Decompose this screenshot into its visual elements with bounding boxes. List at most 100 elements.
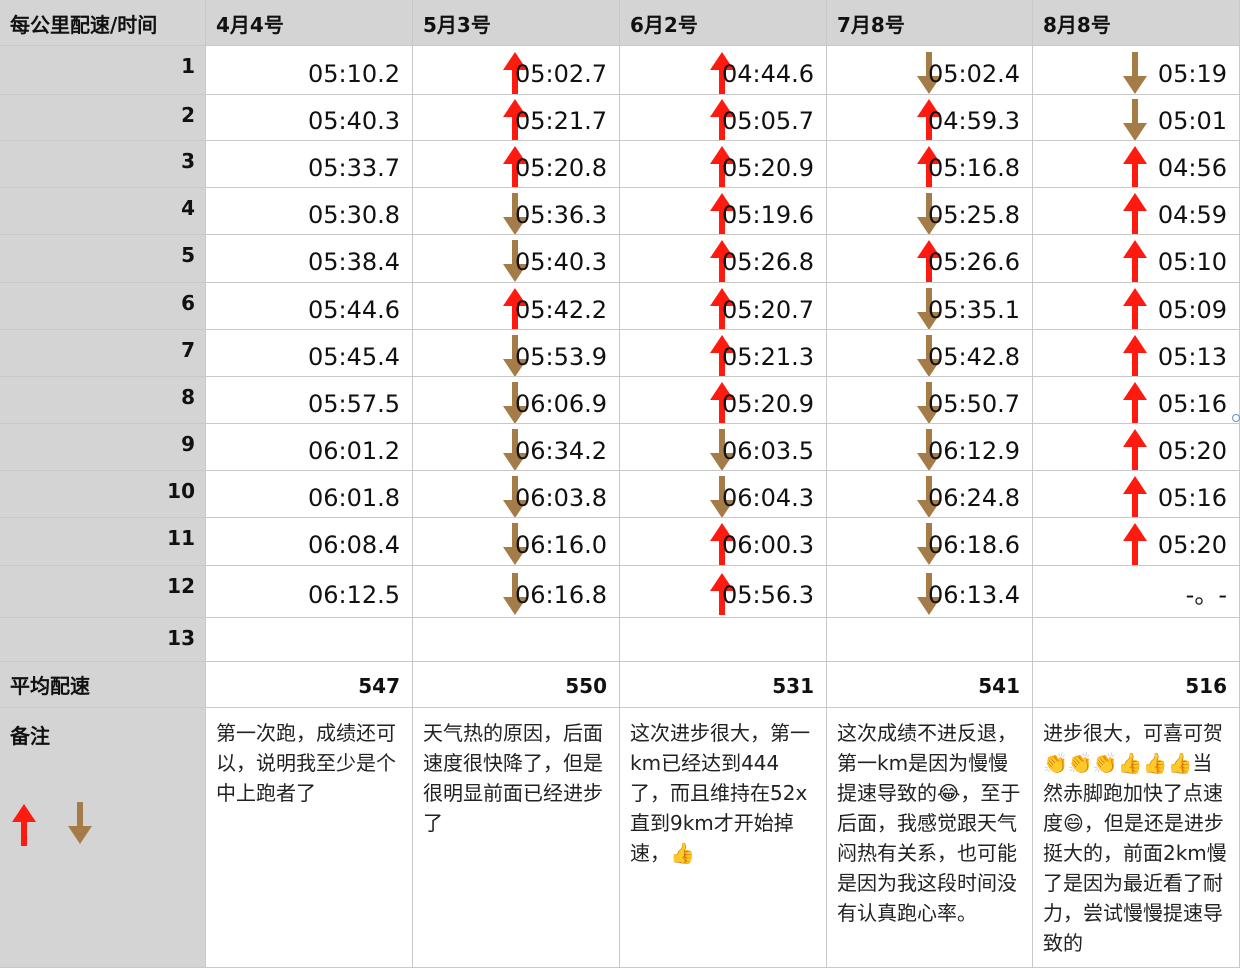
- pace-cell[interactable]: 05:57.5: [206, 377, 413, 424]
- pace-cell[interactable]: 05:02.4: [827, 46, 1033, 95]
- pace-cell[interactable]: 05:44.6: [206, 283, 413, 330]
- pace-cell[interactable]: 05:19: [1033, 46, 1240, 95]
- row-header[interactable]: 1: [0, 46, 206, 95]
- pace-cell[interactable]: [827, 618, 1033, 662]
- pace-cell[interactable]: [413, 618, 620, 662]
- pace-cell[interactable]: [206, 618, 413, 662]
- pace-cell[interactable]: 06:18.6: [827, 518, 1033, 566]
- pace-cell[interactable]: 05:26.6: [827, 235, 1033, 283]
- pace-cell[interactable]: 06:03.8: [413, 471, 620, 518]
- pace-cell[interactable]: 05:19.6: [620, 188, 827, 235]
- avg-pace-cell[interactable]: 541: [827, 662, 1033, 708]
- pace-cell[interactable]: 06:12.9: [827, 424, 1033, 471]
- pace-cell[interactable]: 05:30.8: [206, 188, 413, 235]
- note-cell[interactable]: 这次进步很大，第一km已经达到444了，而且维持在52x直到9km才开始掉速，👍: [620, 708, 827, 968]
- pace-cell[interactable]: 06:01.8: [206, 471, 413, 518]
- pace-cell[interactable]: 06:08.4: [206, 518, 413, 566]
- pace-cell[interactable]: 05:40.3: [413, 235, 620, 283]
- pace-cell[interactable]: 05:35.1: [827, 283, 1033, 330]
- row-header[interactable]: 5: [0, 235, 206, 283]
- pace-cell[interactable]: 05:20.9: [620, 377, 827, 424]
- pace-cell[interactable]: 05:01: [1033, 95, 1240, 141]
- pace-cell[interactable]: [620, 618, 827, 662]
- pace-cell[interactable]: 05:16: [1033, 471, 1240, 518]
- note-cell[interactable]: 进步很大，可喜可贺👏👏👏👍👍👍当然赤脚跑加快了点速度😄，但是还是进步挺大的，前面…: [1033, 708, 1240, 968]
- column-header[interactable]: 8月8号: [1033, 0, 1240, 46]
- row-header[interactable]: 13: [0, 618, 206, 662]
- pace-cell[interactable]: 05:02.7: [413, 46, 620, 95]
- pace-cell[interactable]: 06:00.3: [620, 518, 827, 566]
- column-header[interactable]: 4月4号: [206, 0, 413, 46]
- pace-cell[interactable]: 04:44.6: [620, 46, 827, 95]
- pace-cell[interactable]: 05:20.9: [620, 141, 827, 188]
- row-header[interactable]: 11: [0, 518, 206, 566]
- pace-cell[interactable]: 05:05.7: [620, 95, 827, 141]
- pace-cell[interactable]: 05:40.3: [206, 95, 413, 141]
- column-header[interactable]: 6月2号: [620, 0, 827, 46]
- note-cell[interactable]: 这次成绩不进反退，第一km是因为慢慢提速导致的😂，至于后面，我感觉跟天气闷热有关…: [827, 708, 1033, 968]
- pace-cell[interactable]: 06:12.5: [206, 566, 413, 618]
- pace-cell[interactable]: 05:16.8: [827, 141, 1033, 188]
- pace-cell[interactable]: 05:36.3: [413, 188, 620, 235]
- pace-cell[interactable]: 06:34.2: [413, 424, 620, 471]
- pace-cell[interactable]: 05:56.3: [620, 566, 827, 618]
- pace-cell[interactable]: 04:56: [1033, 141, 1240, 188]
- pace-cell[interactable]: 05:20.8: [413, 141, 620, 188]
- pace-cell[interactable]: 05:25.8: [827, 188, 1033, 235]
- row-header[interactable]: 6: [0, 283, 206, 330]
- pace-value: 05:33.7: [307, 153, 400, 182]
- pace-cell[interactable]: 05:33.7: [206, 141, 413, 188]
- pace-cell[interactable]: 04:59.3: [827, 95, 1033, 141]
- pace-cell[interactable]: [1033, 618, 1240, 662]
- pace-cell[interactable]: 05:21.7: [413, 95, 620, 141]
- pace-cell[interactable]: 05:42.2: [413, 283, 620, 330]
- pace-cell[interactable]: 05:16: [1033, 377, 1240, 424]
- pace-cell[interactable]: 05:26.8: [620, 235, 827, 283]
- avg-pace-cell[interactable]: 516: [1033, 662, 1240, 708]
- note-cell[interactable]: 天气热的原因，后面速度很快降了，但是很明显前面已经进步了: [413, 708, 620, 968]
- pace-cell[interactable]: 05:21.3: [620, 330, 827, 377]
- pace-cell[interactable]: 05:53.9: [413, 330, 620, 377]
- pace-cell[interactable]: 06:16.8: [413, 566, 620, 618]
- pace-cell[interactable]: 06:24.8: [827, 471, 1033, 518]
- pace-cell[interactable]: 06:01.2: [206, 424, 413, 471]
- pace-cell[interactable]: 05:20: [1033, 518, 1240, 566]
- pace-cell[interactable]: 04:59: [1033, 188, 1240, 235]
- row-header[interactable]: 4: [0, 188, 206, 235]
- pace-cell[interactable]: 06:13.4: [827, 566, 1033, 618]
- pace-cell[interactable]: 05:20.7: [620, 283, 827, 330]
- row-header[interactable]: 8: [0, 377, 206, 424]
- up-arrow-shape: [1123, 145, 1147, 187]
- header-corner[interactable]: 每公里配速/时间: [0, 0, 206, 46]
- note-cell[interactable]: 第一次跑，成绩还可以，说明我至少是个中上跑者了: [206, 708, 413, 968]
- row-header[interactable]: 12: [0, 566, 206, 618]
- pace-value: 06:12.5: [307, 581, 400, 609]
- pace-cell[interactable]: 05:45.4: [206, 330, 413, 377]
- pace-cell[interactable]: 05:50.7: [827, 377, 1033, 424]
- pace-cell[interactable]: 05:10: [1033, 235, 1240, 283]
- selection-handle[interactable]: [1232, 414, 1240, 422]
- row-header[interactable]: 10: [0, 471, 206, 518]
- pace-cell[interactable]: -。-: [1033, 566, 1240, 618]
- row-header[interactable]: 7: [0, 330, 206, 377]
- notes-label-cell[interactable]: 备注: [0, 708, 206, 968]
- pace-cell[interactable]: 05:42.8: [827, 330, 1033, 377]
- row-header[interactable]: 3: [0, 141, 206, 188]
- avg-label[interactable]: 平均配速: [0, 662, 206, 708]
- row-header[interactable]: 2: [0, 95, 206, 141]
- pace-cell[interactable]: 06:16.0: [413, 518, 620, 566]
- avg-pace-cell[interactable]: 550: [413, 662, 620, 708]
- pace-cell[interactable]: 05:38.4: [206, 235, 413, 283]
- column-header[interactable]: 7月8号: [827, 0, 1033, 46]
- pace-cell[interactable]: 05:10.2: [206, 46, 413, 95]
- row-header[interactable]: 9: [0, 424, 206, 471]
- avg-pace-cell[interactable]: 547: [206, 662, 413, 708]
- pace-cell[interactable]: 06:06.9: [413, 377, 620, 424]
- pace-cell[interactable]: 06:03.5: [620, 424, 827, 471]
- pace-cell[interactable]: 05:13: [1033, 330, 1240, 377]
- pace-cell[interactable]: 06:04.3: [620, 471, 827, 518]
- avg-pace-cell[interactable]: 531: [620, 662, 827, 708]
- pace-cell[interactable]: 05:09: [1033, 283, 1240, 330]
- column-header[interactable]: 5月3号: [413, 0, 620, 46]
- pace-cell[interactable]: 05:20: [1033, 424, 1240, 471]
